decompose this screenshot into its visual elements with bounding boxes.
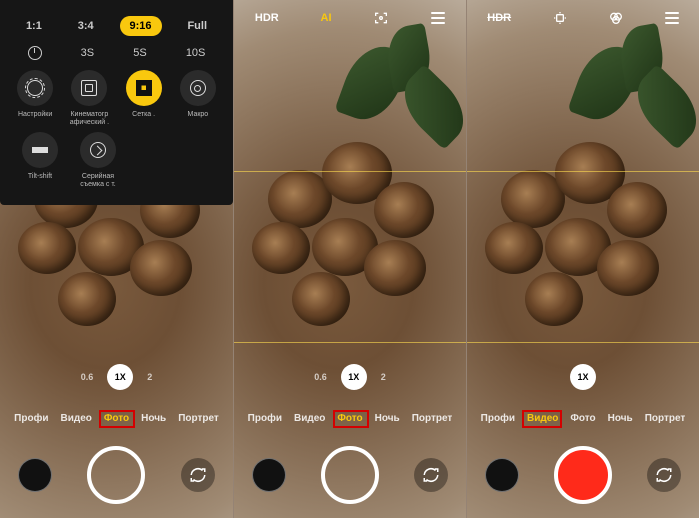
zoom-0-6[interactable]: 0.6 — [81, 372, 94, 382]
mode-photo[interactable]: Фото — [104, 413, 129, 424]
switch-camera-button[interactable] — [414, 458, 448, 492]
zoom-strip: 0.6 1X 2 — [234, 364, 466, 390]
ai-toggle[interactable]: AI — [321, 12, 332, 24]
switch-camera-button[interactable] — [181, 458, 215, 492]
menu-icon[interactable] — [665, 12, 679, 24]
zoom-1x[interactable]: 1X — [341, 364, 367, 390]
aspect-9-16[interactable]: 9:16 — [120, 16, 162, 36]
tiles-row-2: Tilt-shift Серийная съемка с т. — [8, 132, 225, 188]
aspect-1-1[interactable]: 1:1 — [16, 16, 52, 36]
timer-icon — [28, 46, 42, 60]
tile-tiltshift[interactable]: Tilt-shift — [14, 132, 66, 188]
timer-10s[interactable]: 10S — [186, 47, 206, 59]
shutter-button[interactable] — [321, 446, 379, 504]
tilt-icon — [32, 143, 48, 157]
bottom-bar — [467, 446, 699, 504]
mode-pro[interactable]: Профи — [481, 413, 515, 424]
record-button[interactable] — [554, 446, 612, 504]
gallery-thumbnail[interactable] — [252, 458, 286, 492]
zoom-strip: 0.6 1X 2 — [0, 364, 233, 390]
mode-night[interactable]: Ночь — [141, 413, 166, 424]
zoom-2[interactable]: 2 — [147, 372, 152, 382]
mode-photo[interactable]: Фото — [570, 413, 595, 424]
burst-icon — [90, 142, 106, 158]
zoom-strip: 1X — [467, 364, 699, 390]
timer-5s[interactable]: 5S — [133, 47, 146, 59]
mode-pro[interactable]: Профи — [248, 413, 282, 424]
tiles-row-1: Настройки Кинематогр афический . Сетка .… — [8, 70, 225, 126]
screen-settings: 1:1 3:4 9:16 Full 3S 5S 10S Настройки Ки… — [0, 0, 233, 518]
aspect-3-4[interactable]: 3:4 — [68, 16, 104, 36]
zoom-2[interactable]: 2 — [381, 372, 386, 382]
timer-3s[interactable]: 3S — [81, 47, 94, 59]
zoom-1x[interactable]: 1X — [107, 364, 133, 390]
tile-label: Макро — [188, 111, 209, 119]
viewfinder — [234, 0, 466, 518]
viewfinder — [467, 0, 699, 518]
mode-portrait[interactable]: Портрет — [178, 413, 219, 424]
stabilize-icon[interactable] — [552, 10, 568, 26]
mode-strip[interactable]: Профи Видео Фото Ночь Портрет — [0, 413, 233, 424]
timer-row: 3S 5S 10S — [8, 46, 225, 60]
tile-label: Кинематогр афический . — [63, 111, 115, 126]
top-bar: HDR AI — [234, 10, 466, 26]
gear-icon — [27, 80, 43, 96]
mode-video[interactable]: Видео — [527, 413, 558, 424]
mode-portrait[interactable]: Портрет — [412, 413, 453, 424]
mode-portrait[interactable]: Портрет — [645, 413, 686, 424]
mode-night[interactable]: Ночь — [375, 413, 400, 424]
mode-video[interactable]: Видео — [294, 413, 325, 424]
tile-label: Серийная съемка с т. — [72, 173, 124, 188]
bottom-bar — [0, 446, 233, 504]
switch-camera-button[interactable] — [647, 458, 681, 492]
shutter-button[interactable] — [87, 446, 145, 504]
screen-photo: HDR AI 0.6 1X 2 Профи Видео Фото Ночь По… — [233, 0, 466, 518]
tile-cinematic[interactable]: Кинематогр афический . — [63, 70, 115, 126]
tile-macro[interactable]: Макро — [172, 70, 224, 126]
screen-video: HDR 1X Профи Видео Фото Ночь Портрет — [466, 0, 699, 518]
mode-pro[interactable]: Профи — [14, 413, 48, 424]
zoom-1x[interactable]: 1X — [570, 364, 596, 390]
aspect-ratio-row: 1:1 3:4 9:16 Full — [8, 16, 225, 36]
grid-icon — [136, 80, 152, 96]
tile-label: Tilt-shift — [28, 173, 52, 181]
aspect-full[interactable]: Full — [177, 16, 217, 36]
mode-strip[interactable]: Профи Видео Фото Ночь Портрет — [234, 413, 466, 424]
gallery-thumbnail[interactable] — [485, 458, 519, 492]
tile-label: Сетка . — [132, 111, 155, 119]
mode-video[interactable]: Видео — [60, 413, 91, 424]
tile-label: Настройки — [18, 111, 52, 119]
menu-icon[interactable] — [431, 12, 445, 24]
bottom-bar — [234, 446, 466, 504]
mode-night[interactable]: Ночь — [608, 413, 633, 424]
tile-grid[interactable]: Сетка . — [118, 70, 170, 126]
hdr-toggle[interactable]: HDR — [487, 12, 511, 24]
frame-icon — [81, 80, 97, 96]
tile-burst[interactable]: Серийная съемка с т. — [72, 132, 124, 188]
flower-icon — [190, 80, 206, 96]
filters-icon[interactable] — [608, 10, 624, 26]
camera-settings-panel: 1:1 3:4 9:16 Full 3S 5S 10S Настройки Ки… — [0, 0, 233, 205]
focus-icon[interactable] — [373, 10, 389, 26]
gallery-thumbnail[interactable] — [18, 458, 52, 492]
tile-settings[interactable]: Настройки — [9, 70, 61, 126]
hdr-toggle[interactable]: HDR — [255, 12, 279, 24]
top-bar: HDR — [467, 10, 699, 26]
mode-strip[interactable]: Профи Видео Фото Ночь Портрет — [467, 413, 699, 424]
zoom-0-6[interactable]: 0.6 — [314, 372, 327, 382]
mode-photo[interactable]: Фото — [337, 413, 362, 424]
